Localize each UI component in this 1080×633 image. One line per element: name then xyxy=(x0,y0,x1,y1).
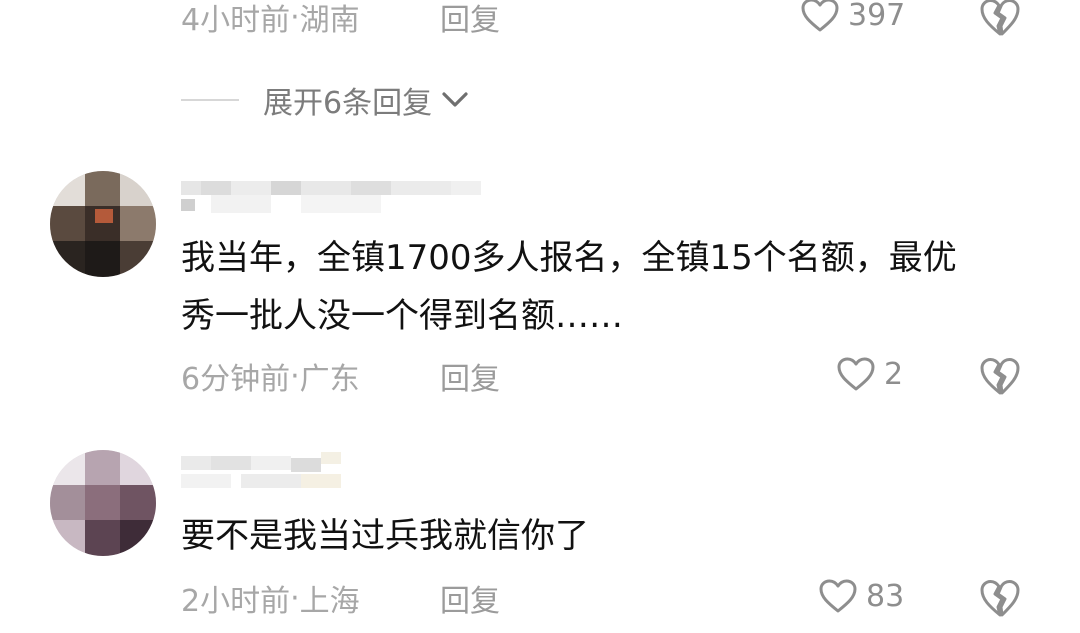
comment-meta-row: 6分钟前 · 广东 回复 2 xyxy=(181,354,1080,398)
expand-replies-button[interactable]: 展开6条回复 xyxy=(181,78,470,122)
comment-time: 4小时前 xyxy=(181,3,291,38)
broken-heart-icon[interactable] xyxy=(978,356,1022,396)
expand-replies-label: 展开6条回复 xyxy=(263,86,433,121)
username-blurred[interactable] xyxy=(181,452,491,494)
like-button[interactable]: 83 xyxy=(818,578,904,614)
like-button[interactable]: 2 xyxy=(836,356,903,392)
blurred-username-image xyxy=(181,181,481,213)
like-count: 2 xyxy=(884,356,904,392)
comment-location: 广东 xyxy=(299,362,360,397)
reply-button[interactable]: 回复 xyxy=(440,576,500,620)
heart-outline-icon xyxy=(837,357,875,391)
username-blurred[interactable] xyxy=(181,177,491,219)
chevron-down-icon xyxy=(442,92,468,107)
meta-separator: · xyxy=(290,580,300,616)
meta-separator: · xyxy=(290,358,300,394)
comment-location: 上海 xyxy=(299,584,360,619)
avatar-image xyxy=(50,171,156,277)
avatar[interactable] xyxy=(50,450,156,556)
meta-separator: · xyxy=(290,0,300,35)
like-count: 83 xyxy=(866,578,905,614)
like-button[interactable]: 397 xyxy=(800,0,905,33)
divider-line xyxy=(181,99,239,101)
broken-heart-icon[interactable] xyxy=(978,0,1022,37)
comment-time: 6分钟前 xyxy=(181,362,291,397)
comment-line: 我当年，全镇1700多人报名，全镇15个名额，最优 xyxy=(181,238,957,278)
broken-heart-icon[interactable] xyxy=(978,578,1022,618)
reply-button[interactable]: 回复 xyxy=(440,354,500,398)
blurred-username-image xyxy=(181,452,341,488)
comment-text: 要不是我当过兵我就信你了 xyxy=(181,507,1041,565)
reply-button[interactable]: 回复 xyxy=(440,0,500,39)
comment-text: 我当年，全镇1700多人报名，全镇15个名额，最优 秀一批人没一个得到名额…… xyxy=(181,229,1041,345)
avatar[interactable] xyxy=(50,171,156,277)
comment-location: 湖南 xyxy=(299,3,360,38)
comment-line: 秀一批人没一个得到名额…… xyxy=(181,296,623,336)
comment-line: 要不是我当过兵我就信你了 xyxy=(181,516,589,556)
heart-outline-icon xyxy=(819,579,857,613)
heart-outline-icon xyxy=(801,0,839,32)
comment-meta-row: 2小时前 · 上海 回复 83 xyxy=(181,576,1080,620)
comment-time: 2小时前 xyxy=(181,584,291,619)
like-count: 397 xyxy=(848,0,906,33)
comment-meta-row: 4小时前 · 湖南 回复 397 xyxy=(181,0,1080,39)
avatar-image xyxy=(50,450,156,556)
